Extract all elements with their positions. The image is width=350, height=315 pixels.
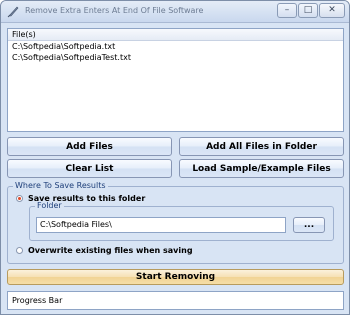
title-bar[interactable]: Remove Extra Enters At End Of File Softw… — [1, 1, 349, 23]
save-location-legend: Where To Save Results — [13, 181, 108, 190]
list-item[interactable]: C:\Softpedia\Softpedia.txt — [8, 41, 343, 52]
save-location-group: Where To Save Results Save results to th… — [7, 181, 344, 264]
overwrite-option[interactable]: Overwrite existing files when saving — [16, 246, 193, 255]
progress-bar: Progress Bar — [7, 291, 344, 310]
folder-legend: Folder — [35, 201, 64, 210]
add-all-files-button[interactable]: Add All Files in Folder — [179, 137, 344, 156]
browse-button[interactable]: ... — [293, 217, 325, 233]
load-sample-button[interactable]: Load Sample/Example Files — [179, 159, 344, 178]
folder-group: Folder C:\Softpedia Files\ ... — [29, 201, 334, 241]
app-window: Remove Extra Enters At End Of File Softw… — [0, 0, 350, 315]
radio-unselected-icon[interactable] — [16, 247, 23, 254]
radio-selected-icon[interactable] — [16, 195, 23, 202]
overwrite-label: Overwrite existing files when saving — [28, 246, 193, 255]
progress-bar-label: Progress Bar — [12, 296, 63, 305]
minimize-button[interactable]: – — [277, 3, 297, 18]
close-button[interactable]: ✕ — [319, 3, 345, 18]
list-item[interactable]: C:\Softpedia\SoftpediaTest.txt — [8, 52, 343, 63]
window-title: Remove Extra Enters At End Of File Softw… — [25, 6, 204, 15]
clear-list-button[interactable]: Clear List — [7, 159, 172, 178]
window-controls: – □ ✕ — [277, 3, 345, 19]
maximize-button[interactable]: □ — [298, 3, 318, 18]
folder-path-input[interactable]: C:\Softpedia Files\ — [36, 217, 286, 233]
start-removing-button[interactable]: Start Removing — [7, 269, 344, 285]
file-list-header[interactable]: File(s) — [8, 29, 343, 41]
file-list[interactable]: File(s) C:\Softpedia\Softpedia.txt C:\So… — [7, 28, 344, 132]
feather-pen-icon — [7, 6, 19, 18]
add-files-button[interactable]: Add Files — [7, 137, 172, 156]
